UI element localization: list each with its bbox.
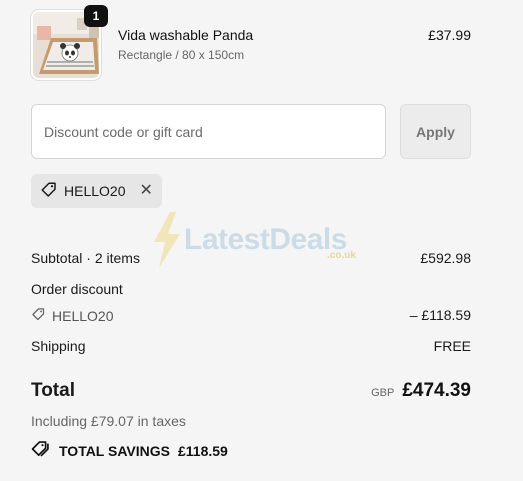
shipping-value: FREE: [433, 338, 471, 354]
discount-code-input[interactable]: [31, 104, 386, 159]
currency-code: GBP: [371, 387, 395, 399]
quantity-badge: 1: [84, 5, 108, 27]
subtotal-row: Subtotal · 2 items £592.98: [31, 250, 471, 266]
savings-label: TOTAL SAVINGS: [59, 442, 170, 459]
total-label: Total: [31, 380, 75, 401]
product-name: Vida washable Panda: [118, 27, 254, 43]
total-savings: TOTAL SAVINGS £118.59: [31, 440, 228, 461]
remove-discount-icon[interactable]: ✕: [139, 183, 152, 199]
order-discount-row: Order discount: [31, 281, 471, 297]
apply-button[interactable]: Apply: [400, 104, 471, 159]
discount-code-row: HELLO20 – £118.59: [31, 307, 471, 325]
subtotal-label: Subtotal · 2 items: [31, 250, 140, 266]
total-amount-group: GBP £474.39: [371, 380, 471, 402]
tag-icon: [31, 307, 46, 325]
tag-icon: [40, 181, 58, 202]
discount-code-line: HELLO20: [31, 307, 113, 325]
savings-value: £118.59: [177, 442, 228, 459]
shipping-row: Shipping FREE: [31, 338, 471, 354]
product-price: £37.99: [428, 27, 471, 43]
taxes-note: Including £79.07 in taxes: [31, 413, 186, 429]
shipping-label: Shipping: [31, 338, 86, 354]
discount-code-text: HELLO20: [52, 308, 114, 324]
subtotal-value: £592.98: [420, 250, 471, 266]
product-variant: Rectangle / 80 x 150cm: [118, 48, 245, 62]
applied-code-label: HELLO20: [64, 183, 126, 199]
savings-tag-icon: [31, 440, 51, 461]
total-amount: £474.39: [402, 380, 471, 401]
applied-discount-chip: HELLO20 ✕: [31, 174, 162, 208]
discount-value: – £118.59: [409, 307, 471, 323]
order-discount-label: Order discount: [31, 281, 123, 297]
